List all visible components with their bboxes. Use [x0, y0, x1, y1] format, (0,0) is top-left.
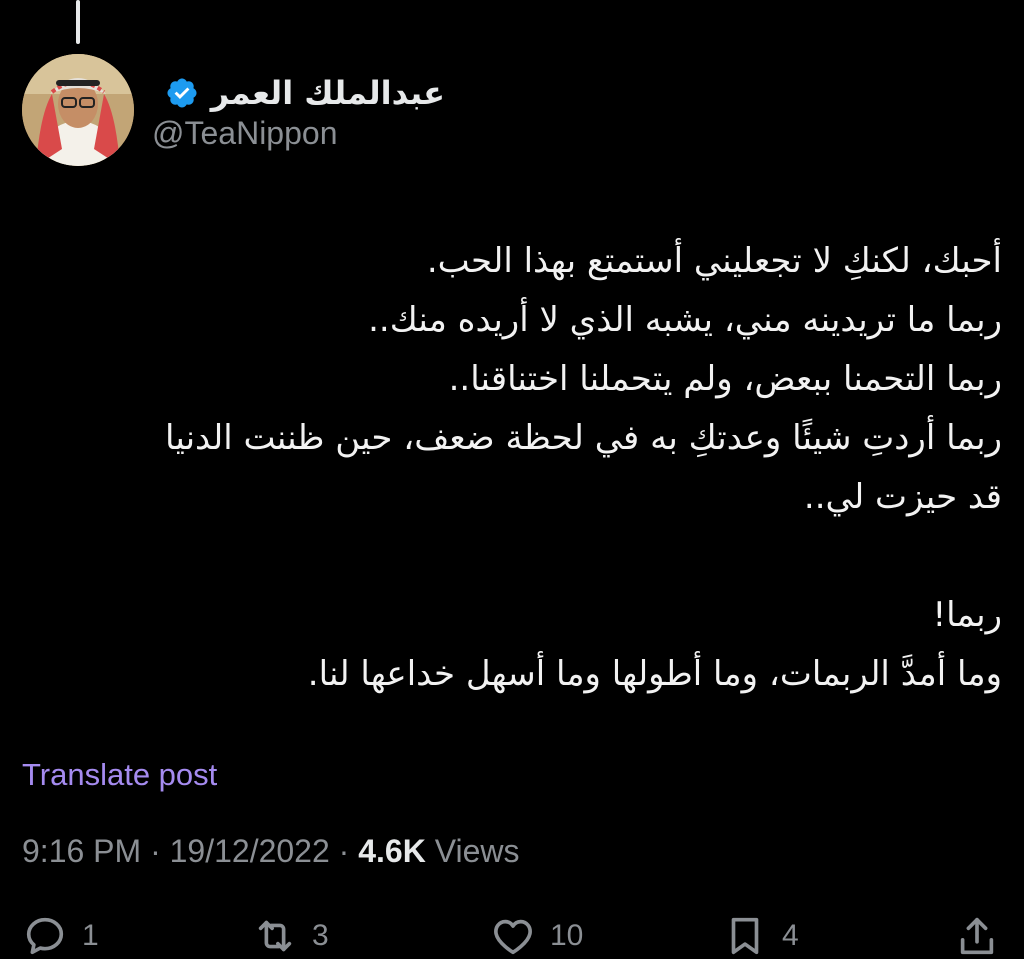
bookmark-count: 4	[782, 919, 799, 952]
tweet-text-line: أحبك، لكنكِ لا تجعليني أستمتع بهذا الحب.	[426, 241, 1002, 281]
tweet-date[interactable]: 19/12/2022	[170, 833, 330, 869]
tweet-text-line: ربما!	[932, 595, 1002, 635]
views-label: Views	[434, 833, 520, 869]
repost-button[interactable]: 3	[252, 913, 329, 959]
repost-icon	[258, 920, 292, 952]
bookmark-button[interactable]: 4	[722, 913, 799, 959]
tweet-action-bar: 1 3 10 4	[0, 905, 1024, 956]
tweet-text-line: ربما أردتِ شيئًا وعدتكِ به في لحظة ضعف، …	[164, 418, 1002, 458]
like-button[interactable]: 10	[490, 913, 583, 959]
views-count[interactable]: 4.6K	[358, 833, 426, 869]
author-display-name: عبدالملك العمر	[210, 74, 445, 112]
like-count: 10	[550, 919, 584, 952]
tweet-text-line: ربما التحمنا ببعض، ولم يتحملنا اختناقنا.…	[448, 359, 1002, 399]
tweet-time[interactable]: 9:16 PM	[22, 833, 141, 869]
tweet-text-line: وما أمدَّ الربمات، وما أطولها وما أسهل خ…	[307, 654, 1002, 694]
share-button[interactable]	[954, 913, 1000, 959]
tweet-text-line: ربما ما تريدينه مني، يشبه الذي لا أريده …	[368, 300, 1002, 340]
meta-separator: ·	[338, 833, 350, 869]
bookmark-icon	[731, 917, 759, 955]
author-display-name-row[interactable]: عبدالملك العمر	[150, 70, 445, 116]
reply-icon	[26, 917, 64, 955]
tweet-text: أحبك، لكنكِ لا تجعليني أستمتع بهذا الحب.…	[20, 232, 1002, 704]
thread-connector-line	[76, 0, 80, 44]
reply-count: 1	[82, 919, 99, 952]
avatar[interactable]	[22, 54, 134, 166]
avatar-image	[22, 54, 134, 166]
reply-button[interactable]: 1	[22, 913, 99, 959]
meta-separator: ·	[150, 833, 161, 869]
tweet-text-line: قد حيزت لي..	[803, 477, 1002, 517]
repost-count: 3	[312, 919, 329, 952]
tweet-metadata: 9:16 PM · 19/12/2022 · 4.6K Views	[22, 833, 519, 870]
translate-post-link[interactable]: Translate post	[22, 757, 217, 793]
share-icon	[960, 917, 994, 955]
author-handle[interactable]: @TeaNippon	[152, 115, 337, 152]
verified-badge-icon	[167, 78, 197, 108]
heart-icon	[494, 919, 532, 955]
